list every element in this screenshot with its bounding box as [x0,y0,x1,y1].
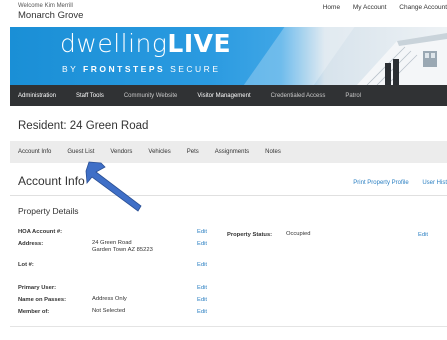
nav-credentialed-access[interactable]: Credentialed Access [261,93,336,99]
hoa-account-label: HOA Account #: [18,229,63,235]
user-history-link[interactable]: User Hist [422,180,447,186]
community-name: Monarch Grove [18,10,84,21]
address-line-2: Garden Town AZ 85223 [92,247,153,253]
frontsteps-secure-logo: BY FRONTSTEPS SECURE [62,64,221,74]
print-property-profile-link[interactable]: Print Property Profile [353,180,408,186]
edit-hoa-account-link[interactable]: Edit [197,229,207,235]
top-links: Home My Account Change Account [312,4,447,11]
nav-administration[interactable]: Administration [10,93,66,99]
primary-user-label: Primary User: [18,285,57,291]
property-status-label: Property Status: [227,232,273,238]
home-link[interactable]: Home [323,4,340,11]
tab-notes[interactable]: Notes [257,149,289,155]
lot-label: Lot #: [18,262,34,268]
welcome-text: Welcome Kim Merrill [18,3,73,9]
tab-guest-list[interactable]: Guest List [59,149,102,155]
account-links: Print Property Profile User Hist [341,180,447,186]
address-label: Address: [18,241,44,247]
tab-assignments[interactable]: Assignments [207,149,257,155]
name-on-passes-label: Name on Passes: [18,297,67,303]
tab-account-info[interactable]: Account Info [10,149,59,155]
edit-primary-user-link[interactable]: Edit [197,285,207,291]
edit-address-link[interactable]: Edit [197,241,207,247]
property-details-title: Property Details [18,206,79,216]
edit-name-on-passes-link[interactable]: Edit [197,297,207,303]
member-of-label: Member of: [18,309,50,315]
edit-member-of-link[interactable]: Edit [197,309,207,315]
top-bar: Welcome Kim Merrill Monarch Grove Home M… [0,0,447,26]
house-illustration [357,33,447,85]
dwellinglive-logo: dwellingLIVE [60,29,232,58]
brand-banner: dwellingLIVE BY FRONTSTEPS SECURE [10,27,447,85]
name-on-passes-value: Address Only [92,296,127,302]
address-line-1: 24 Green Road [92,240,132,246]
tab-pets[interactable]: Pets [179,149,207,155]
member-of-value: Not Selected [92,308,126,314]
nav-staff-tools[interactable]: Staff Tools [66,93,114,99]
property-status-value: Occupied [286,231,311,237]
page-title: Resident: 24 Green Road [18,120,149,132]
edit-lot-link[interactable]: Edit [197,262,207,268]
divider [10,195,447,196]
tab-vendors[interactable]: Vendors [102,149,140,155]
my-account-link[interactable]: My Account [353,4,387,11]
bottom-divider [10,326,447,327]
account-info-title: Account Info [18,174,85,188]
edit-property-status-link[interactable]: Edit [418,232,428,238]
resident-tabs: Account Info Guest List Vendors Vehicles… [10,141,447,163]
nav-patrol[interactable]: Patrol [335,93,371,99]
main-nav: Administration Staff Tools Community Web… [10,85,447,106]
nav-community-website[interactable]: Community Website [114,93,188,99]
change-account-link[interactable]: Change Account [399,4,447,11]
address-value: 24 Green Road Garden Town AZ 85223 [92,240,153,254]
nav-visitor-management[interactable]: Visitor Management [187,93,260,99]
tab-vehicles[interactable]: Vehicles [140,149,178,155]
